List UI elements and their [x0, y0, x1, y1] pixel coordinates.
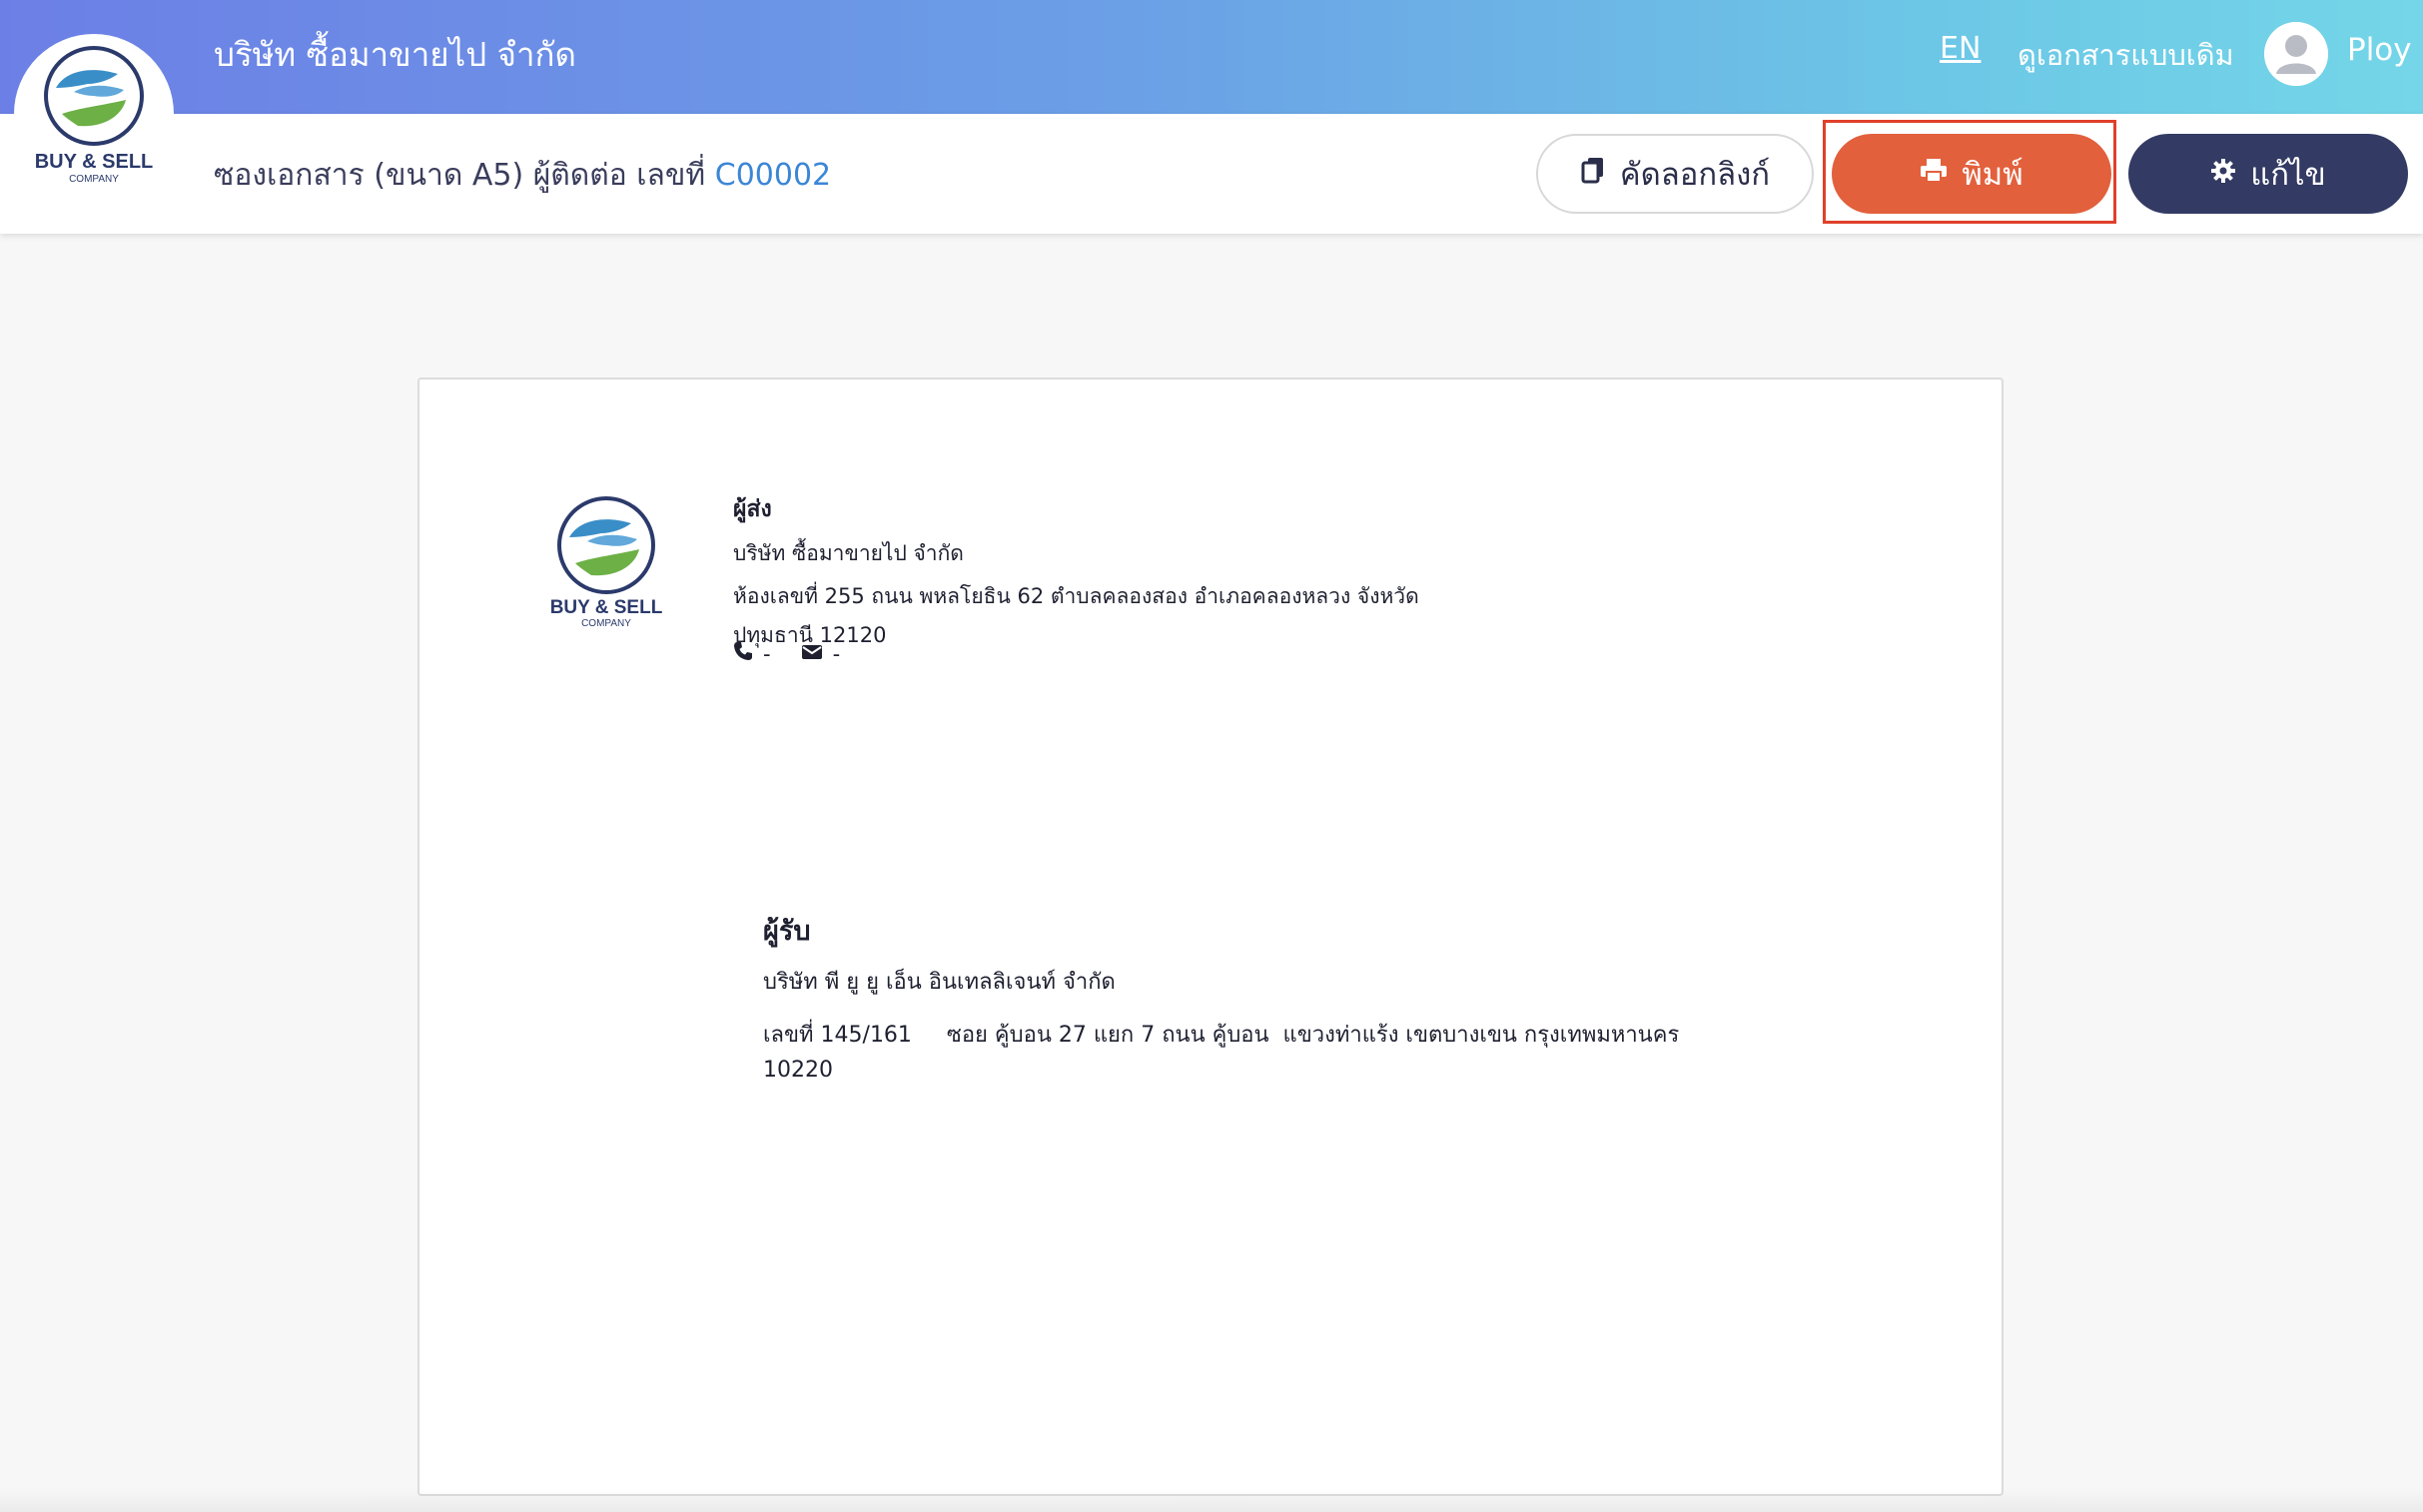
document-number: C00002	[714, 158, 832, 193]
recipient-label: ผู้รับ	[763, 916, 811, 947]
language-switch-link[interactable]: EN	[1940, 31, 1981, 66]
page-title: ซองเอกสาร (ขนาด A5) ผู้ติดต่อ เลขที่ C00…	[214, 152, 831, 199]
bottom-shadow	[0, 1488, 2423, 1512]
sender-logo: BUY & SELL COMPANY	[541, 495, 671, 639]
edit-label: แก้ไข	[2250, 157, 2326, 193]
email-icon	[801, 642, 823, 666]
envelope-preview: BUY & SELL COMPANY ผู้ส่ง บริษัท ซื้อมาข…	[417, 378, 2004, 1496]
copy-link-label: คัดลอกลิงก์	[1619, 157, 1771, 193]
sender-logo-text: BUY & SELL	[550, 597, 663, 618]
company-logo[interactable]: BUY & SELL COMPANY	[14, 34, 174, 194]
sender-address-line1: ห้องเลขที่ 255 ถนน พหลโยธิน 62 ตำบลคลองส…	[733, 584, 1419, 608]
sender-block: ผู้ส่ง บริษัท ซื้อมาขายไป จำกัด ห้องเลขท…	[733, 491, 1419, 652]
edit-button[interactable]: แก้ไข	[2128, 134, 2408, 214]
recipient-name: บริษัท พี ยู ยู เอ็น อินเทลลิเจนท์ จำกัด	[763, 970, 1116, 995]
sender-name: บริษัท ซื้อมาขายไป จำกัด	[733, 541, 964, 565]
logo-text: BUY & SELL	[35, 151, 154, 173]
sender-contact-row: - -	[733, 641, 870, 666]
recipient-address-line1: เลขที่ 145/161 ซอย คู้บอน 27 แยก 7 ถนน ค…	[763, 1023, 1680, 1048]
print-button[interactable]: พิมพ์	[1832, 134, 2111, 214]
sender-phone: -	[763, 641, 771, 666]
print-label: พิมพ์	[1962, 157, 2023, 193]
gear-icon	[2210, 156, 2236, 192]
page-title-text: ซองเอกสาร (ขนาด A5) ผู้ติดต่อ เลขที่	[214, 158, 715, 193]
user-name[interactable]: Ploy	[2347, 32, 2412, 68]
top-bar: บริษัท ซื้อมาขายไป จำกัด EN ดูเอกสารแบบเ…	[0, 0, 2423, 114]
copy-icon	[1580, 156, 1606, 192]
printer-icon	[1920, 156, 1948, 192]
document-header: ซองเอกสาร (ขนาด A5) ผู้ติดต่อ เลขที่ C00…	[0, 114, 2423, 234]
phone-icon	[733, 641, 753, 666]
logo-subtext: COMPANY	[69, 174, 119, 185]
recipient-block: ผู้รับ บริษัท พี ยู ยู เอ็น อินเทลลิเจนท…	[763, 909, 1679, 1083]
view-old-documents-link[interactable]: ดูเอกสารแบบเดิม	[2018, 32, 2234, 78]
sender-email: -	[832, 641, 841, 666]
company-name: บริษัท ซื้อมาขายไป จำกัด	[214, 35, 576, 74]
recipient-address-line2: 10220	[763, 1058, 833, 1083]
sender-logo-subtext: COMPANY	[581, 618, 631, 629]
sender-label: ผู้ส่ง	[733, 496, 772, 522]
copy-link-button[interactable]: คัดลอกลิงก์	[1536, 134, 1814, 214]
user-avatar-icon[interactable]	[2264, 22, 2328, 86]
